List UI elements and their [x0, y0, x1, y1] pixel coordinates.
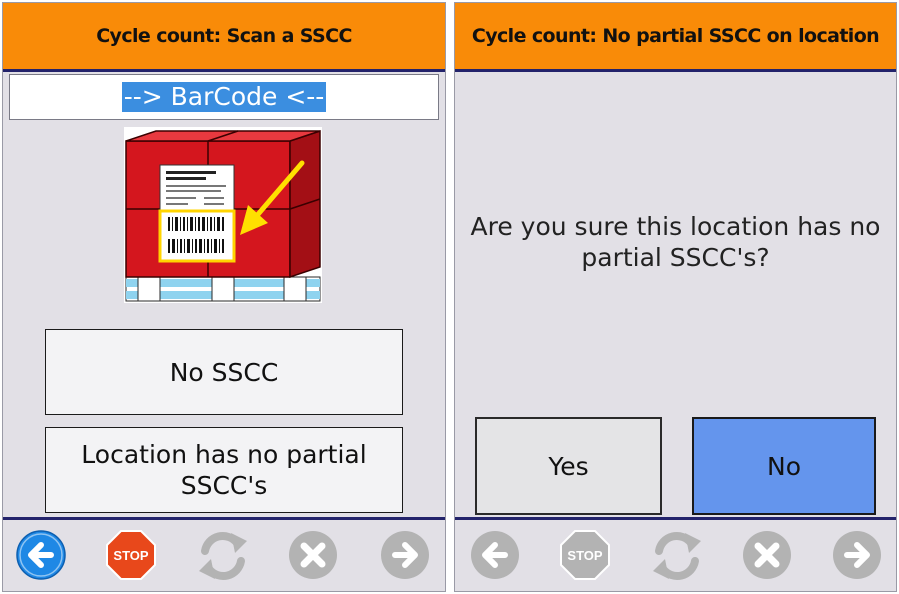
barcode-input[interactable]: --> BarCode <--	[9, 74, 439, 120]
screen-title: Cycle count: No partial SSCC on location	[455, 3, 896, 72]
stop-sign-icon[interactable]: STOP	[105, 529, 157, 581]
barcode-input-value: --> BarCode <--	[121, 82, 327, 112]
no-button[interactable]: No	[692, 417, 876, 515]
refresh-icon	[653, 532, 701, 580]
stop-label: STOP	[113, 548, 148, 563]
back-arrow-icon[interactable]	[15, 529, 67, 581]
forward-arrow-icon	[381, 531, 429, 579]
navigation-bar: STOP	[455, 517, 896, 591]
forward-arrow-icon	[833, 531, 881, 579]
back-arrow-icon	[471, 531, 519, 579]
navigation-bar: STOP	[3, 517, 445, 591]
refresh-icon	[199, 532, 247, 580]
scan-sscc-screen: Cycle count: Scan a SSCC --> BarCode <--	[2, 2, 446, 592]
no-partial-sscc-confirm-screen: Cycle count: No partial SSCC on location…	[454, 2, 897, 592]
cancel-icon	[289, 531, 337, 579]
yes-button[interactable]: Yes	[475, 417, 662, 515]
stop-sign-icon: STOP	[560, 530, 610, 580]
location-no-partial-sscc-button[interactable]: Location has no partial SSCC's	[45, 427, 403, 513]
cancel-icon	[743, 531, 791, 579]
pallet-sscc-label-image	[124, 127, 322, 303]
confirmation-question: Are you sure this location has no partia…	[470, 212, 881, 272]
screen-title: Cycle count: Scan a SSCC	[3, 3, 445, 72]
no-sscc-button[interactable]: No SSCC	[45, 329, 403, 415]
stop-label: STOP	[567, 548, 602, 563]
